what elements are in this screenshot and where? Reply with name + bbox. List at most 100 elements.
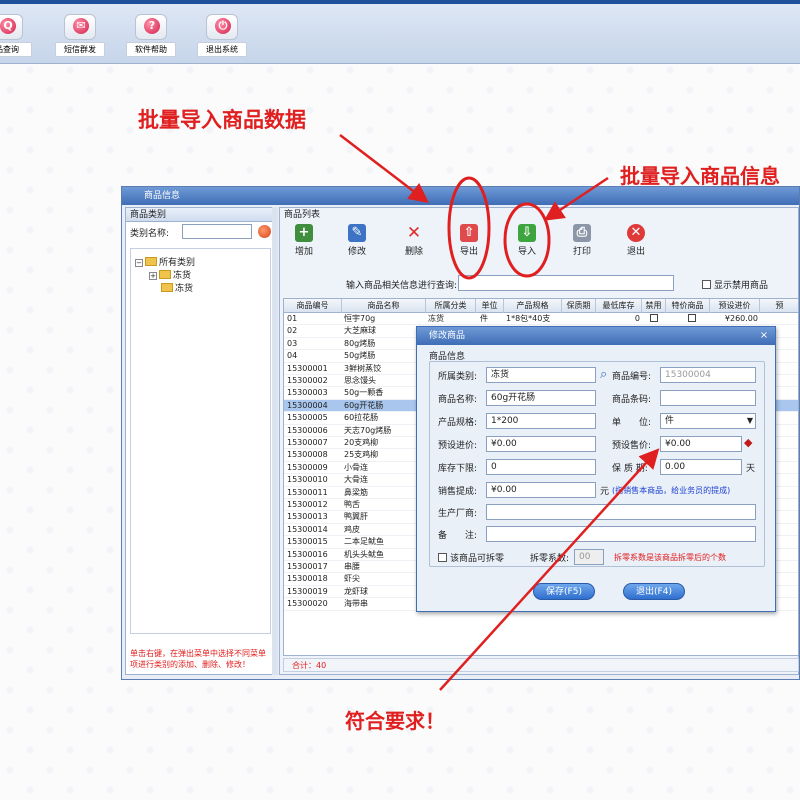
commission-field[interactable]: ¥0.00 [486, 482, 596, 498]
col-header-special[interactable]: 特价商品 [666, 299, 710, 313]
cell-code: 15300007 [287, 438, 328, 447]
sms-button[interactable]: ✉ 短信群发 [55, 14, 105, 58]
annotation-meets-requirements: 符合要求！ [345, 709, 445, 733]
folder-icon [161, 283, 173, 292]
table-row[interactable]: 01 恒宇70g 冻货 件 1*8包*40支 0 ¥260.00 [284, 313, 798, 326]
dialog-form: 所属类别: 冻货 ⌕ 商品编号: 15300004 商品名称: 60g开花肠 商… [429, 361, 765, 567]
category-name-input[interactable] [182, 224, 252, 239]
cell-code: 15300008 [287, 450, 328, 460]
category-tree: − 所有类别 + 冻货 冻货 [130, 248, 271, 634]
spec-label: 产品规格: [438, 418, 478, 428]
edit-button[interactable]: ✎ 修改 [337, 224, 377, 257]
commission-unit: 元 [600, 487, 610, 497]
shelf-life-field[interactable]: 0.00 [660, 459, 742, 475]
tree-root[interactable]: − 所有类别 [135, 255, 195, 268]
name-field[interactable]: 60g开花肠 [486, 390, 596, 406]
delete-icon: ✕ [406, 223, 422, 243]
col-header-category[interactable]: 所属分类 [426, 299, 476, 313]
tree-node-label: 冻货 [175, 284, 194, 294]
cell-cat: 冻货 [428, 314, 444, 323]
spec-field[interactable]: 1*200 [486, 413, 596, 429]
sale-label: 预设售价: [612, 441, 652, 451]
min-stock-field[interactable]: 0 [486, 459, 596, 475]
cost-field[interactable]: ¥0.00 [486, 436, 596, 452]
col-header-cost[interactable]: 预设进价 [710, 299, 760, 313]
remark-field[interactable] [486, 526, 756, 542]
add-label: 增加 [294, 247, 313, 257]
tree-root-label: 所有类别 [159, 258, 196, 268]
disabled-checkbox[interactable] [650, 313, 658, 325]
col-header-spec[interactable]: 产品规格 [504, 299, 562, 313]
code-label: 商品编号: [612, 372, 652, 382]
exit-button[interactable]: ✕ 退出 [616, 224, 656, 257]
sale-field[interactable]: ¥0.00 [660, 436, 742, 452]
cell-name: 天志70g烤肠 [344, 425, 392, 435]
col-header-more[interactable]: 预 [760, 299, 798, 313]
cell-name: 二本足鱿鱼 [344, 537, 384, 547]
edit-label: 修改 [347, 247, 366, 257]
dialog-close-icon[interactable]: × [758, 330, 770, 342]
export-button[interactable]: ⇧ 导出 [449, 224, 489, 257]
tree-node-frozen-2[interactable]: 冻货 [161, 281, 193, 294]
cell-name: 鼻梁筋 [344, 487, 368, 497]
chevron-down-icon[interactable]: ▼ [747, 414, 753, 428]
help-icon: ? [135, 14, 167, 40]
split-coef-field[interactable]: 00 [574, 549, 604, 565]
cost-label: 预设进价: [438, 441, 478, 451]
cell-code: 15300005 [287, 413, 328, 423]
exit-system-button[interactable]: ⏻ 退出系统 [197, 14, 247, 58]
col-header-code[interactable]: 商品编号 [284, 299, 342, 313]
delete-button[interactable]: ✕ 删除 [394, 224, 434, 257]
splitter[interactable] [272, 207, 278, 675]
col-header-disabled[interactable]: 禁用 [642, 299, 666, 313]
cell-code: 15300020 [287, 599, 328, 609]
split-checkbox[interactable]: 该商品可拆零 [438, 551, 504, 564]
folder-icon [145, 257, 157, 266]
show-disabled-checkbox[interactable]: 显示禁用商品 [702, 278, 768, 291]
add-button[interactable]: + 增加 [284, 224, 324, 257]
col-header-shelf-life[interactable]: 保质期 [562, 299, 596, 313]
special-checkbox[interactable] [688, 313, 696, 325]
expand-icon[interactable]: + [149, 272, 157, 280]
col-header-name[interactable]: 商品名称 [342, 299, 426, 313]
split-label: 该商品可拆零 [450, 554, 505, 564]
tree-node-frozen-1[interactable]: + 冻货 [149, 268, 191, 281]
help-button[interactable]: ? 软件帮助 [126, 14, 176, 58]
title-stripe [0, 0, 800, 4]
category-search-icon[interactable] [258, 225, 271, 238]
folder-icon [159, 270, 171, 279]
remark-label: 备 注: [438, 531, 478, 541]
product-query-button[interactable]: Q 品查询 [0, 14, 32, 58]
cell-code: 04 [287, 351, 298, 361]
code-field[interactable]: 15300004 [660, 367, 756, 383]
split-note: 拆零系数是该商品拆零后的个数 [614, 553, 726, 562]
show-disabled-label: 显示禁用商品 [714, 281, 769, 291]
print-button[interactable]: ⎙ 打印 [562, 224, 602, 257]
cell-name: 50g烤肠 [344, 351, 376, 361]
cell-code: 15300018 [287, 574, 328, 584]
col-header-min-stock[interactable]: 最低库存 [596, 299, 642, 313]
search-input[interactable] [458, 275, 674, 291]
export-icon: ⇧ [460, 224, 478, 242]
save-button[interactable]: 保存(F5) [533, 583, 595, 600]
import-button[interactable]: ⇩ 导入 [507, 224, 547, 257]
unit-select[interactable]: 件 ▼ [660, 413, 756, 429]
cell-code: 15300015 [287, 537, 328, 547]
checkbox[interactable] [438, 553, 447, 562]
exit-system-label: 退出系统 [197, 42, 247, 57]
cell-name: 20支鸡柳 [344, 438, 379, 447]
category-field[interactable]: 冻货 [486, 367, 596, 383]
col-header-unit[interactable]: 单位 [476, 299, 504, 313]
dialog-exit-button[interactable]: 退出(F4) [623, 583, 685, 600]
tree-node-label: 冻货 [173, 271, 192, 281]
maker-field[interactable] [486, 504, 756, 520]
cell-name: 龙虾球 [344, 586, 368, 596]
exit-label: 退出 [626, 247, 645, 257]
lookup-icon[interactable]: ⌕ [600, 367, 607, 382]
table-header: 商品编号 商品名称 所属分类 单位 产品规格 保质期 最低库存 禁用 特价商品 … [284, 299, 798, 313]
barcode-field[interactable] [660, 390, 756, 406]
cell-name: 海带串 [344, 599, 368, 609]
cell-name: 大骨连 [344, 475, 368, 485]
collapse-icon[interactable]: − [135, 259, 143, 267]
checkbox[interactable] [702, 280, 711, 289]
